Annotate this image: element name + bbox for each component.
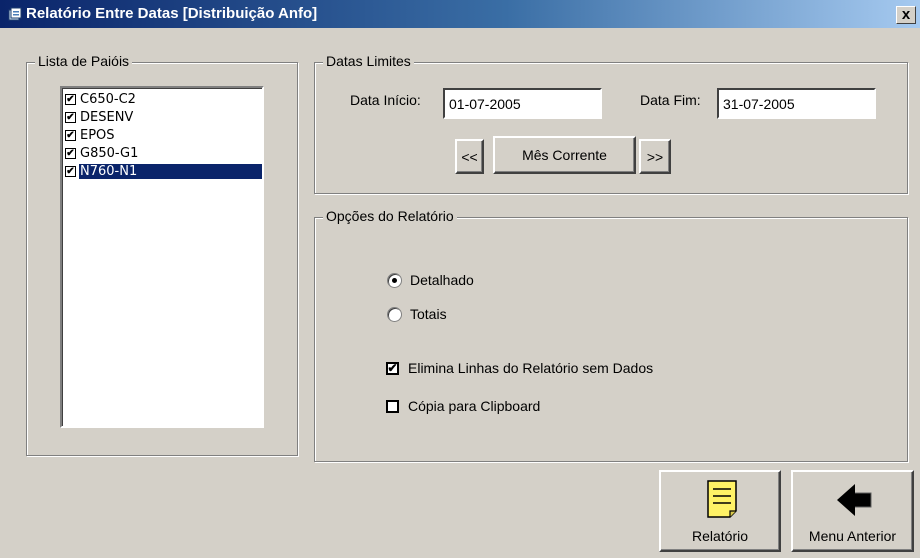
paiois-legend: Lista de Paióis [35, 53, 133, 69]
radio-selected-icon[interactable] [387, 272, 402, 288]
list-item-selected[interactable]: ✔ N760-N1 [65, 163, 262, 180]
relatorio-button-label: Relatório [691, 528, 749, 544]
list-item-label: EPOS [80, 128, 115, 143]
list-item[interactable]: ✔ C650-C2 [65, 91, 262, 108]
paiois-listbox[interactable]: ✔ C650-C2 ✔ DESENV ✔ EPOS ✔ G850-G1 ✔ N7… [60, 86, 264, 428]
app-icon [8, 7, 22, 21]
checkbox-icon[interactable]: ✔ [65, 130, 76, 141]
opcoes-legend: Opções do Relatório [323, 208, 457, 224]
datas-group: Datas Limites [314, 53, 908, 194]
data-inicio-label: Data Início: [350, 92, 421, 108]
relatorio-button[interactable]: Relatório [659, 470, 781, 552]
list-item[interactable]: ✔ EPOS [65, 127, 262, 144]
checkbox-icon[interactable]: ✔ [65, 112, 76, 123]
menu-anterior-button-label: Menu Anterior [808, 528, 897, 544]
checkbox-icon[interactable]: ✔ [65, 94, 76, 105]
back-arrow-icon [837, 484, 872, 516]
check-elimina-label: Elimina Linhas do Relatório sem Dados [408, 360, 654, 376]
current-month-button[interactable]: Mês Corrente [493, 136, 636, 174]
check-elimina-linhas[interactable]: ✔ Elimina Linhas do Relatório sem Dados [386, 360, 653, 376]
radio-totais[interactable]: Totais [387, 306, 447, 322]
previous-month-button[interactable]: << [455, 139, 484, 174]
check-copia-label: Cópia para Clipboard [408, 398, 541, 414]
opcoes-group: Opções do Relatório [314, 208, 908, 462]
checkbox-icon[interactable]: ✔ [65, 148, 76, 159]
list-item[interactable]: ✔ G850-G1 [65, 145, 262, 162]
radio-totais-label: Totais [410, 306, 447, 322]
menu-anterior-button[interactable]: Menu Anterior [791, 470, 914, 552]
document-icon [707, 480, 737, 518]
radio-detalhado[interactable]: Detalhado [387, 272, 474, 288]
checkbox-unchecked-icon[interactable] [386, 399, 399, 413]
check-copia-clipboard[interactable]: Cópia para Clipboard [386, 398, 540, 414]
list-item[interactable]: ✔ DESENV [65, 109, 262, 126]
list-item-label: C650-C2 [80, 92, 136, 107]
data-fim-label: Data Fim: [640, 92, 701, 108]
window-title: Relatório Entre Datas [Distribuição Anfo… [26, 5, 318, 22]
checkbox-checked-icon[interactable]: ✔ [386, 361, 399, 375]
data-inicio-field[interactable] [443, 88, 602, 119]
next-month-button[interactable]: >> [639, 139, 671, 174]
datas-legend: Datas Limites [323, 53, 414, 69]
radio-unselected-icon[interactable] [387, 306, 402, 322]
list-item-label: N760-N1 [79, 164, 262, 179]
list-item-label: DESENV [80, 110, 134, 125]
data-fim-field[interactable] [717, 88, 876, 119]
checkbox-icon[interactable]: ✔ [65, 166, 76, 177]
title-bar: Relatório Entre Datas [Distribuição Anfo… [0, 0, 920, 28]
close-button[interactable]: x [896, 6, 916, 24]
list-item-label: G850-G1 [80, 146, 139, 161]
radio-detalhado-label: Detalhado [410, 272, 474, 288]
